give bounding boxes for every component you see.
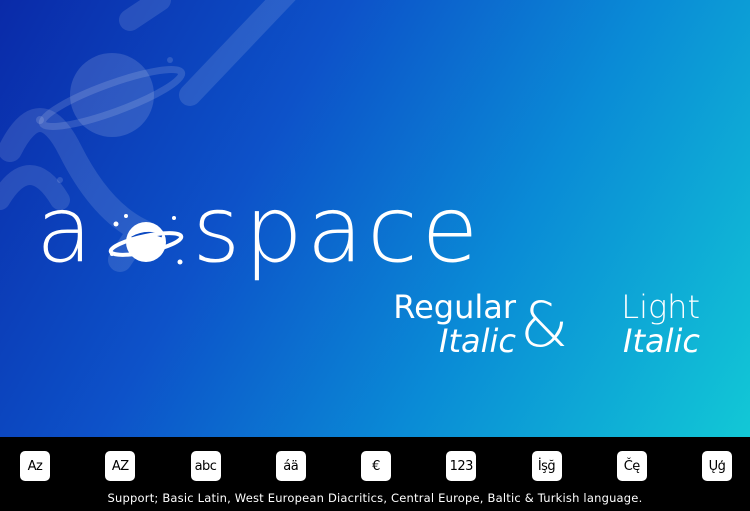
brand-wordmark: a space xyxy=(36,176,716,283)
glyph-sample: İşğ xyxy=(531,451,562,481)
glyph-sample: AZ xyxy=(105,451,136,481)
style-light-italic: Italic xyxy=(623,322,700,360)
style-italic: Italic xyxy=(439,322,516,360)
font-styles: Regular Italic & Light Italic xyxy=(316,290,706,362)
glyph-sample: Čę xyxy=(616,451,647,481)
ampersand: & xyxy=(520,288,569,361)
brand-prefix: a xyxy=(36,176,97,283)
glyph-sample: áä xyxy=(275,451,306,481)
hero-banner: a space Regular Italic & Light Italic xyxy=(0,0,750,437)
brand-suffix: space xyxy=(192,176,483,283)
glyph-sample: € xyxy=(361,451,391,481)
support-text: Support; Basic Latin, West European Diac… xyxy=(107,491,643,505)
style-regular: Regular xyxy=(393,288,516,326)
style-light: Light xyxy=(621,288,700,326)
ringed-planet-icon xyxy=(109,214,184,265)
glyph-sample: Az xyxy=(20,451,50,481)
glyph-samples: Az AZ abc áä € 123 İşğ Čę Ųģ xyxy=(20,451,732,483)
styles-right-column: Light Italic xyxy=(621,290,700,358)
styles-left-column: Regular Italic xyxy=(393,290,516,358)
glyph-sample: 123 xyxy=(446,451,477,481)
glyph-bar: Az AZ abc áä € 123 İşğ Čę Ųģ Support; Ba… xyxy=(0,437,750,511)
glyph-sample: abc xyxy=(190,451,221,481)
glyph-sample: Ųģ xyxy=(702,451,732,481)
